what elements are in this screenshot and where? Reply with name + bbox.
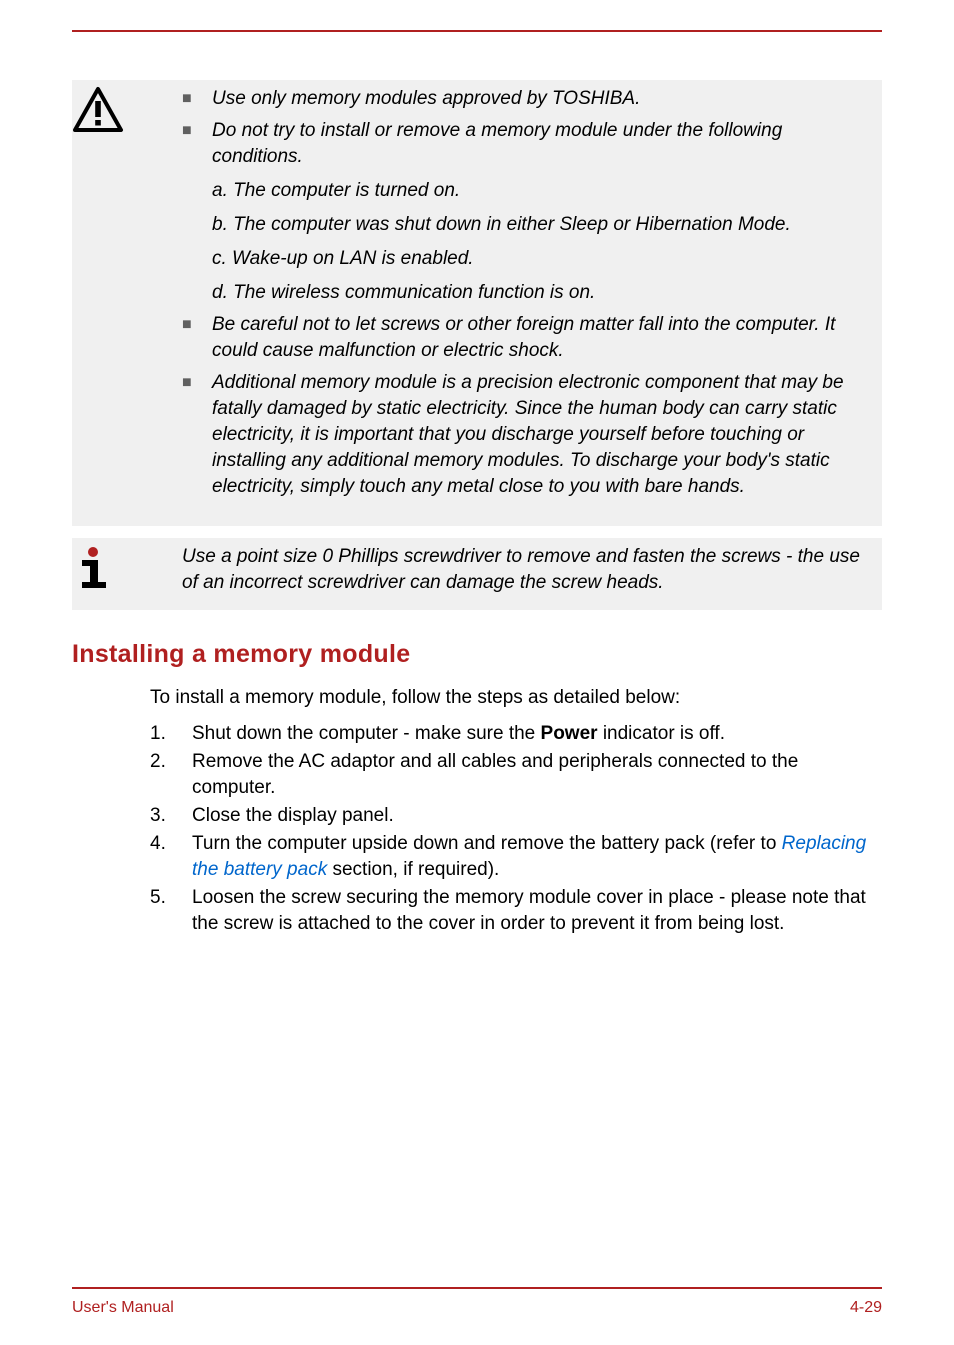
step-text: Remove the AC adaptor and all cables and… (192, 749, 882, 801)
bullet-icon: ■ (182, 86, 212, 112)
section-heading: Installing a memory module (72, 640, 882, 669)
bullet-text: Be careful not to let screws or other fo… (212, 312, 872, 364)
info-text: Use a point size 0 Phillips screwdriver … (172, 538, 882, 610)
warning-bullet: ■ Additional memory module is a precisio… (182, 370, 872, 500)
bullet-text: Do not try to install or remove a memory… (212, 118, 872, 170)
step-number: 3. (150, 803, 192, 829)
bullet-icon: ■ (182, 312, 212, 338)
warning-callout: ■ Use only memory modules approved by TO… (72, 80, 882, 526)
warning-bullet: ■ Use only memory modules approved by TO… (182, 86, 872, 112)
warning-bullet: ■ Do not try to install or remove a memo… (182, 118, 872, 170)
step-text: Shut down the computer - make sure the P… (192, 721, 882, 747)
step-number: 2. (150, 749, 192, 775)
power-indicator-bold: Power (541, 723, 598, 744)
step-number: 1. (150, 721, 192, 747)
step-item: 4. Turn the computer upside down and rem… (150, 831, 882, 883)
bullet-text: Use only memory modules approved by TOSH… (212, 86, 872, 112)
footer-left: User's Manual (72, 1299, 174, 1317)
bullet-icon: ■ (182, 118, 212, 144)
info-callout: Use a point size 0 Phillips screwdriver … (72, 538, 882, 610)
step-item: 1. Shut down the computer - make sure th… (150, 721, 882, 747)
bullet-icon: ■ (182, 370, 212, 396)
step-number: 4. (150, 831, 192, 857)
warning-sub-condition: d. The wireless communication function i… (212, 278, 872, 308)
main-content: ■ Use only memory modules approved by TO… (72, 80, 882, 939)
info-icon-cell (72, 538, 172, 592)
step-text: Close the display panel. (192, 803, 882, 829)
info-icon (72, 544, 114, 592)
warning-triangle-icon (72, 86, 124, 134)
warning-bullet: ■ Be careful not to let screws or other … (182, 312, 872, 364)
warning-content: ■ Use only memory modules approved by TO… (172, 80, 882, 526)
bullet-text: Additional memory module is a precision … (212, 370, 872, 500)
warning-icon-cell (72, 80, 172, 134)
bottom-rule (72, 1287, 882, 1289)
section-intro: To install a memory module, follow the s… (150, 685, 882, 711)
warning-sub-condition: a. The computer is turned on. (212, 176, 872, 206)
top-rule (72, 30, 882, 32)
step-text: Loosen the screw securing the memory mod… (192, 885, 882, 937)
step-item: 2. Remove the AC adaptor and all cables … (150, 749, 882, 801)
step-item: 3. Close the display panel. (150, 803, 882, 829)
footer-right: 4-29 (850, 1299, 882, 1317)
page-footer: User's Manual 4-29 (72, 1287, 882, 1317)
warning-sub-condition: b. The computer was shut down in either … (212, 210, 872, 240)
step-number: 5. (150, 885, 192, 911)
footer-row: User's Manual 4-29 (72, 1299, 882, 1317)
step-item: 5. Loosen the screw securing the memory … (150, 885, 882, 937)
warning-sub-condition: c. Wake-up on LAN is enabled. (212, 244, 872, 274)
step-text: Turn the computer upside down and remove… (192, 831, 882, 883)
